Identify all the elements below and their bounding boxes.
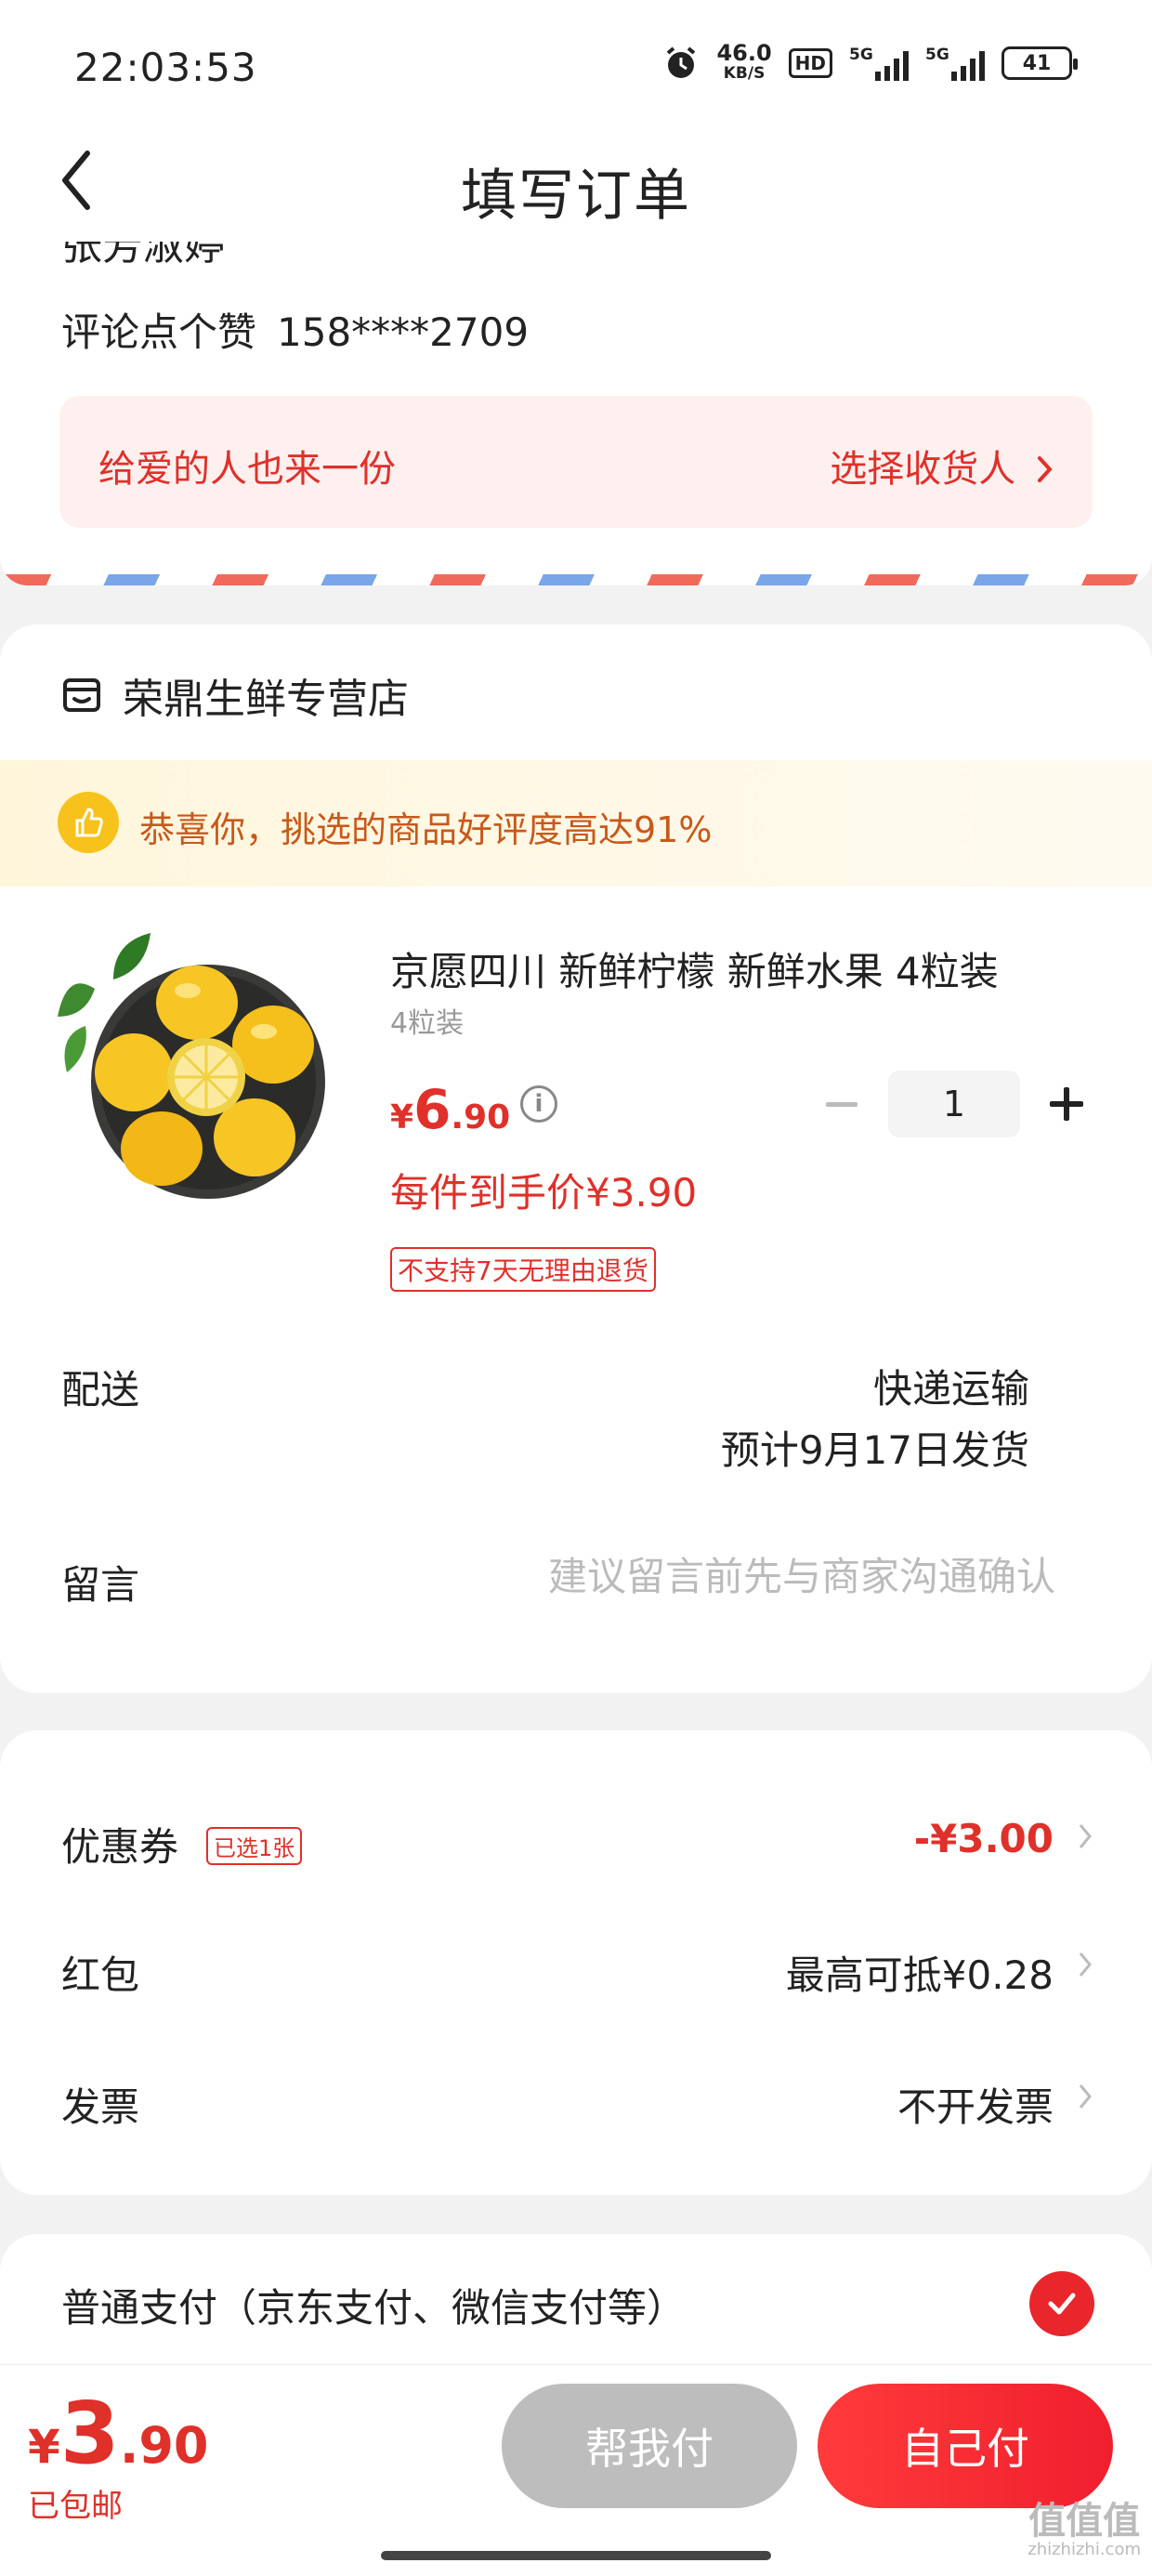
info-icon[interactable]: i [520, 1085, 557, 1123]
status-bar: 22:03:53 46.0 KB/S HD 5G 5G 41 [0, 0, 1152, 139]
envelope-border [0, 574, 1152, 585]
note-label: 留言 [61, 1562, 140, 1608]
status-icons: 46.0 KB/S HD 5G 5G 41 [662, 40, 1078, 84]
payment-method-label: 普通支付（京东支付、微信支付等） [61, 2285, 687, 2331]
chevron-right-icon [1038, 456, 1053, 482]
coupon-label: 优惠券 [61, 1824, 179, 1870]
delivery-info[interactable]: 快递运输 预计9月17日发货 [721, 1359, 1029, 1481]
shop-header[interactable]: 荣鼎生鲜专营店 [61, 665, 409, 725]
signal-icon-2: 5G [925, 46, 985, 81]
invoice-value: 不开发票 [897, 2084, 1054, 2130]
help-pay-button[interactable]: 帮我付 [502, 2384, 797, 2508]
coupon-row[interactable]: 优惠券 已选1张 -¥3.00 [0, 1788, 1152, 1890]
status-time: 22:03:53 [74, 45, 257, 90]
bottom-bar: ¥ 3 .90 已包邮 帮我付 自己付 值值值 zhizhizhi.com [0, 2364, 1152, 2576]
gift-row[interactable]: 给爱的人也来一份 选择收货人 [59, 396, 1093, 528]
product-spec: 4粒装 [390, 1007, 465, 1040]
chevron-right-icon [1079, 1824, 1092, 1848]
home-indicator[interactable] [381, 2551, 771, 2560]
delivery-estimate: 预计9月17日发货 [720, 1427, 1029, 1473]
address-card[interactable]: 张芳淑婷 评论点个赞 158****2709 给爱的人也来一份 选择收货人 [0, 242, 1152, 585]
increase-button[interactable] [1039, 1076, 1094, 1132]
shop-name: 荣鼎生鲜专营店 [123, 676, 409, 723]
decrease-button[interactable] [814, 1076, 870, 1132]
promotions-card: 优惠券 已选1张 -¥3.00 红包 最高可抵¥0.28 发票 不开发票 [0, 1730, 1152, 2195]
store-icon [63, 678, 100, 712]
battery-icon: 41 [1001, 46, 1078, 80]
invoice-label: 发票 [61, 2084, 140, 2130]
product-price: ¥ 6 .90 [390, 1078, 511, 1141]
note-input[interactable] [461, 1554, 1055, 1599]
contact-phone: 158****2709 [277, 309, 530, 355]
return-policy-tag: 不支持7天无理由退货 [390, 1247, 656, 1292]
unit-price: 每件到手价¥3.90 [390, 1170, 698, 1216]
quantity-value[interactable]: 1 [888, 1071, 1020, 1137]
net-speed: 46.0 KB/S [716, 40, 772, 83]
shop-card: 荣鼎生鲜专营店 恭喜你，挑选的商品好评度高达91% 京愿四川 新鲜柠檬 新鲜水果… [0, 624, 1152, 1693]
quantity-stepper: 1 [814, 1071, 1094, 1137]
watermark: 值值值 zhizhizhi.com [1028, 2500, 1141, 2559]
delivery-label: 配送 [61, 1367, 140, 1413]
product-image[interactable] [58, 933, 336, 1212]
shipping-status: 已包邮 [28, 2488, 123, 2525]
delivery-method: 快递运输 [872, 1366, 1029, 1412]
chevron-right-icon [1079, 1952, 1092, 1977]
minus-icon [826, 1101, 857, 1107]
nav-bar: 填写订单 [0, 121, 1152, 242]
total-price: ¥ 3 .90 [28, 2384, 209, 2483]
red-packet-label: 红包 [61, 1952, 140, 1998]
page-title: 填写订单 [461, 164, 691, 229]
thumbs-up-icon [58, 792, 119, 853]
contact-name: 评论点个赞 [61, 309, 257, 355]
invoice-row[interactable]: 发票 不开发票 [0, 2048, 1152, 2150]
chevron-right-icon [1079, 2084, 1092, 2109]
red-packet-value: 最高可抵¥0.28 [785, 1952, 1054, 1998]
coupon-value: -¥3.00 [913, 1816, 1054, 1861]
address-contact: 评论点个赞 158****2709 [61, 301, 529, 358]
red-packet-row[interactable]: 红包 最高可抵¥0.28 [0, 1916, 1152, 2018]
address-name-cut: 张芳淑婷 [61, 242, 225, 268]
rating-text: 恭喜你，挑选的商品好评度高达91% [139, 809, 713, 850]
self-pay-button[interactable]: 自己付 [818, 2384, 1113, 2508]
alarm-icon [667, 46, 696, 78]
product-title[interactable]: 京愿四川 新鲜柠檬 新鲜水果 4粒装 [390, 940, 999, 997]
rating-banner: 恭喜你，挑选的商品好评度高达91% [0, 760, 1152, 887]
select-recipient-button[interactable]: 选择收货人 [830, 439, 1055, 493]
gift-text: 给爱的人也来一份 [98, 448, 396, 491]
coupon-selected-tag: 已选1张 [206, 1827, 303, 1865]
select-recipient-label: 选择收货人 [830, 448, 1016, 491]
signal-icon: 5G [849, 46, 909, 81]
checkmark-icon[interactable] [1029, 2271, 1094, 2336]
hd-icon: HD [788, 48, 832, 78]
